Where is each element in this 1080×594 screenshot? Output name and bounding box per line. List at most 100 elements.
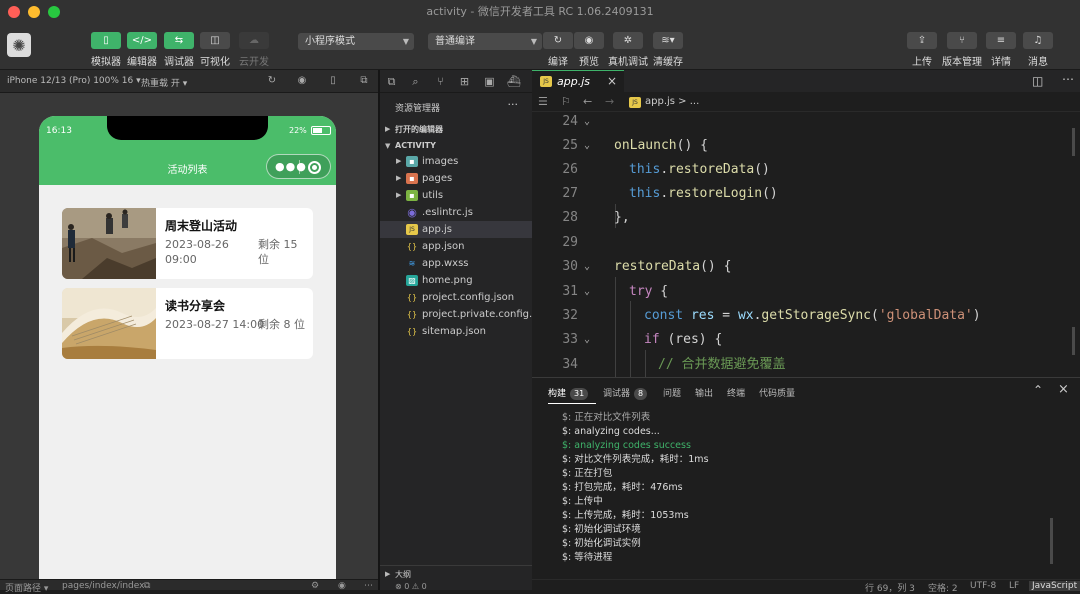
close-window-button[interactable]: [8, 6, 20, 18]
hot-reload-toggle[interactable]: 热重载 开 ▾: [141, 76, 187, 89]
source-control-icon[interactable]: ⑂: [434, 75, 447, 88]
eye-icon: ◉: [574, 32, 604, 49]
clear-cache-button[interactable]: ≋▾ 清缓存: [648, 32, 688, 68]
mode-select[interactable]: 小程序模式 ▼: [298, 33, 414, 50]
search-icon[interactable]: ⌕: [409, 75, 422, 88]
file-item[interactable]: ◉ .eslintrc.js: [380, 204, 532, 221]
output-line: $: 初始化调试实例: [562, 538, 641, 549]
bookmark-icon[interactable]: ⚐: [561, 95, 571, 108]
file-item[interactable]: {} sitemap.json: [380, 323, 532, 340]
project-section[interactable]: ACTIVITY: [395, 141, 436, 150]
upload-icon: ⇪: [907, 32, 937, 49]
editor-toggle-button[interactable]: </> 编辑器: [122, 32, 162, 68]
forward-arrow-icon[interactable]: →: [605, 95, 614, 108]
output-line: $: 等待进程: [562, 552, 613, 563]
layout-icon[interactable]: ▣: [483, 75, 496, 88]
device-debug-button[interactable]: ✲ 真机调试: [608, 32, 648, 68]
activity-remaining: 剩余 8 位: [258, 318, 305, 331]
more-icon[interactable]: ···: [508, 98, 519, 111]
chevron-down-icon[interactable]: ⌄: [584, 255, 590, 279]
refresh-icon[interactable]: ↻: [266, 75, 278, 87]
preview-button[interactable]: ◉ 预览: [569, 32, 609, 68]
files-icon[interactable]: ⧉: [385, 75, 398, 88]
close-icon[interactable]: ×: [1058, 382, 1069, 397]
activity-remaining-unit: 位: [258, 253, 269, 266]
output-line: $: 上传完成，耗时：1053ms: [562, 510, 689, 521]
list-icon[interactable]: ☰: [538, 95, 548, 108]
json-file-icon: {}: [406, 293, 418, 302]
folder-item[interactable]: ▶ ▪ images: [380, 153, 532, 170]
tab-output[interactable]: 输出: [695, 386, 713, 399]
scrollbar[interactable]: [1072, 128, 1075, 156]
code-line: 28 },: [562, 210, 630, 225]
capsule-menu[interactable]: ●●●: [266, 154, 331, 179]
more-icon[interactable]: ●●●: [275, 160, 307, 173]
tab-build[interactable]: 构建 31: [548, 386, 589, 400]
js-file-icon: JS: [406, 224, 418, 235]
cloud-dev-button[interactable]: ☁ 云开发: [234, 32, 274, 68]
simulator-toggle-button[interactable]: ▯ 模拟器: [86, 32, 126, 68]
chevron-right-icon: ▶: [396, 191, 402, 199]
chevron-down-icon[interactable]: ⌄: [584, 134, 590, 158]
back-arrow-icon[interactable]: ←: [583, 95, 592, 108]
record-icon[interactable]: ◉: [296, 75, 308, 87]
close-mini-program-icon[interactable]: [308, 161, 321, 174]
chevron-down-icon[interactable]: ⌄: [584, 280, 590, 304]
phone-notch: [107, 116, 268, 140]
breadcrumb-path[interactable]: app.js > ...: [645, 96, 699, 107]
file-item[interactable]: {} app.json: [380, 238, 532, 255]
split-editor-icon[interactable]: ◫: [1032, 74, 1043, 88]
indentation[interactable]: 空格: 2: [928, 581, 958, 594]
zoom-window-button[interactable]: [48, 6, 60, 18]
code-editor[interactable]: 24 ⌄ 25 ⌄ onLaunch() { 26 this.restoreDa…: [532, 112, 1080, 377]
docker-icon[interactable]: ⛴: [507, 75, 521, 88]
minimize-window-button[interactable]: [28, 6, 40, 18]
file-item[interactable]: {} project.config.json: [380, 289, 532, 306]
code-line: 25 ⌄ onLaunch() {: [532, 134, 1080, 158]
avatar[interactable]: ✺: [7, 33, 31, 57]
tab-terminal[interactable]: 终端: [727, 386, 745, 399]
file-item[interactable]: ▨ home.png: [380, 272, 532, 289]
file-item[interactable]: ≋ app.wxss: [380, 255, 532, 272]
version-button[interactable]: ⑂ 版本管理: [942, 32, 982, 68]
cursor-position[interactable]: 行 69，列 3: [865, 581, 915, 594]
file-item-selected[interactable]: JS app.js: [380, 221, 532, 238]
folder-item[interactable]: ▶ ▪ pages: [380, 170, 532, 187]
book-photo: [62, 288, 156, 359]
more-icon[interactable]: ⋯: [1062, 72, 1074, 86]
chevron-up-icon[interactable]: ⌃: [1033, 383, 1043, 397]
scrollbar[interactable]: [1050, 518, 1053, 564]
file-item[interactable]: {} project.private.config...: [380, 306, 539, 323]
outline-section[interactable]: ▶ 大纲 ⊗ 0 ⚠ 0: [380, 565, 532, 591]
debugger-toggle-button[interactable]: ⇆ 调试器: [159, 32, 199, 68]
open-editors-section[interactable]: 打开的编辑器: [395, 124, 443, 135]
compile-mode-select[interactable]: 普通编译 ▼: [428, 33, 542, 50]
activity-card[interactable]: 读书分享会 2023-08-27 14:00 剩余 8 位: [62, 288, 313, 359]
code-line: 27 this.restoreLogin(): [562, 186, 778, 201]
bottom-panel: 构建 31 调试器 8 问题 输出 终端 代码质量 ⌃ × $: 正在对比文件列表 …: [532, 377, 1080, 579]
folder-item[interactable]: ▶ ▪ utils: [380, 187, 532, 204]
tab-app-js[interactable]: JS app.js ×: [532, 70, 624, 92]
tab-problems[interactable]: 问题: [663, 386, 681, 399]
device-select[interactable]: iPhone 12/13 (Pro) 100% 16 ▾: [7, 76, 141, 86]
chevron-down-icon[interactable]: ⌄: [584, 328, 590, 352]
activity-card[interactable]: 周末登山活动 2023-08-26 09:00 剩余 15 位: [62, 208, 313, 279]
page-path-label[interactable]: 页面路径 ▾: [5, 581, 48, 594]
capsule-divider: [299, 160, 300, 174]
explorer-title: 资源管理器: [395, 104, 441, 114]
messages-button[interactable]: ♫ 消息: [1018, 32, 1058, 68]
phone-icon[interactable]: ▯: [327, 75, 339, 87]
folder-icon: ▪: [406, 173, 418, 184]
detach-icon[interactable]: ⧉: [358, 75, 370, 87]
chevron-right-icon[interactable]: ▶: [385, 125, 390, 133]
upload-button[interactable]: ⇪ 上传: [902, 32, 942, 68]
extensions-icon[interactable]: ⊞: [458, 75, 471, 88]
tab-code-quality[interactable]: 代码质量: [759, 386, 795, 399]
chevron-down-icon[interactable]: ⌄: [584, 112, 590, 134]
details-button[interactable]: ≡ 详情: [981, 32, 1021, 68]
chevron-down-icon[interactable]: ▼: [385, 142, 390, 150]
image-file-icon: ▨: [406, 275, 418, 286]
close-icon[interactable]: ×: [607, 74, 617, 88]
visual-toggle-button[interactable]: ◫ 可视化: [195, 32, 235, 68]
tab-debugger[interactable]: 调试器 8: [603, 386, 648, 400]
